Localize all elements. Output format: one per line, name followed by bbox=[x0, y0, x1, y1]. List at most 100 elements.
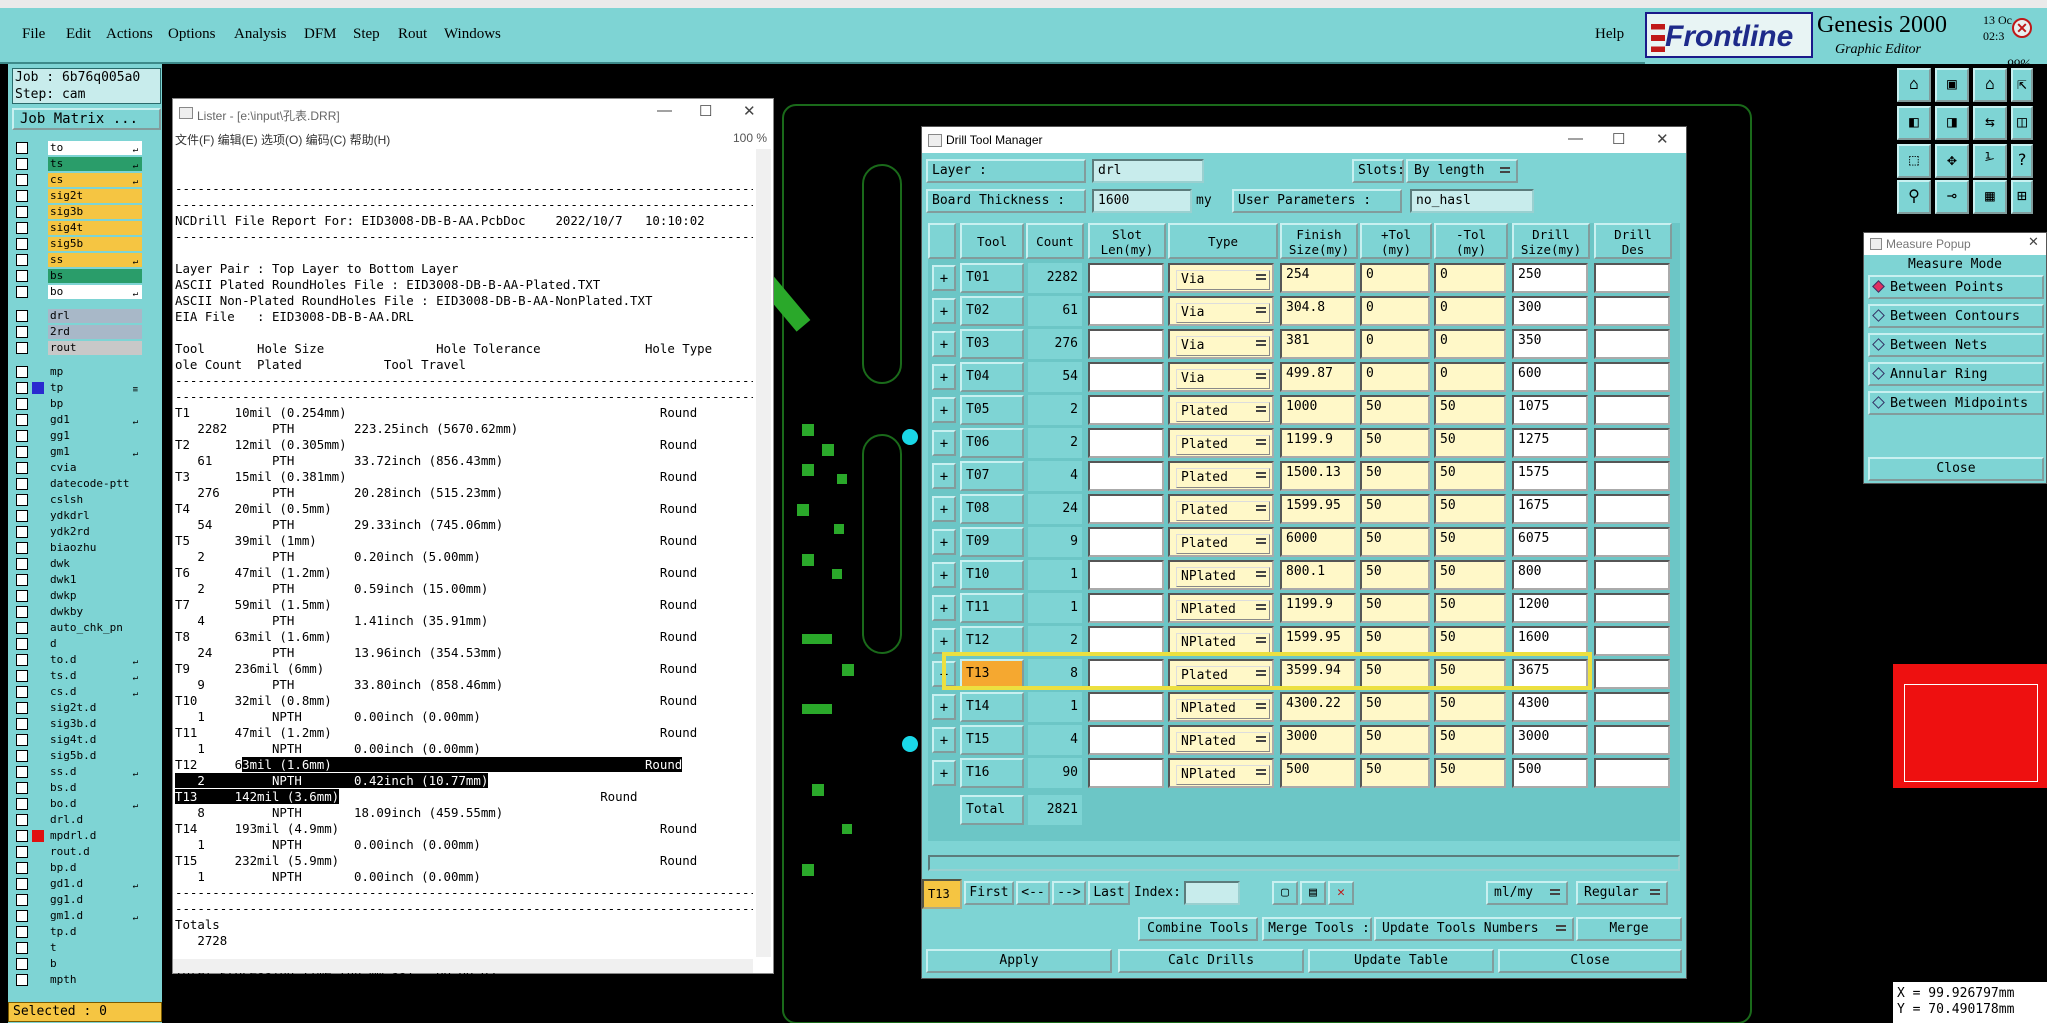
layer-row[interactable]: sig3b.d bbox=[12, 716, 142, 732]
drill-des-input[interactable] bbox=[1594, 527, 1670, 557]
drill-des-input[interactable] bbox=[1594, 329, 1670, 359]
menu-analysis[interactable]: Analysis bbox=[234, 26, 287, 43]
layer-checkbox[interactable] bbox=[16, 702, 28, 714]
layer-checkbox[interactable] bbox=[16, 326, 28, 338]
menu-options[interactable]: Options bbox=[168, 26, 216, 43]
layer-row[interactable]: sig2t bbox=[12, 188, 142, 204]
minimize-icon[interactable]: — bbox=[1568, 130, 1583, 147]
type-select[interactable]: NPlated bbox=[1168, 692, 1274, 722]
minus-tol-input[interactable]: 50 bbox=[1434, 428, 1506, 458]
close-icon[interactable]: ✕ bbox=[743, 102, 756, 120]
minus-tol-input[interactable]: 50 bbox=[1434, 758, 1506, 788]
menu-rout[interactable]: Rout bbox=[398, 26, 427, 43]
layer-checkbox[interactable] bbox=[16, 686, 28, 698]
home-icon[interactable]: ⌂ bbox=[1897, 68, 1931, 102]
layer-row[interactable]: gg1.d bbox=[12, 892, 142, 908]
tool-cell[interactable]: T14 bbox=[960, 692, 1024, 722]
layer-checkbox[interactable] bbox=[16, 766, 28, 778]
horizontal-scrollbar[interactable] bbox=[173, 959, 753, 973]
drill-size-input[interactable]: 600 bbox=[1512, 362, 1588, 392]
minus-tol-input[interactable]: 50 bbox=[1434, 560, 1506, 590]
merge-button[interactable]: Merge bbox=[1576, 917, 1682, 941]
layer-checkbox[interactable] bbox=[16, 558, 28, 570]
layer-row[interactable]: ydkdrl bbox=[12, 508, 142, 524]
drill-size-input[interactable]: 1075 bbox=[1512, 395, 1588, 425]
plus-tol-input[interactable]: 50 bbox=[1360, 461, 1430, 491]
slot-len-input[interactable] bbox=[1088, 692, 1164, 722]
layer-checkbox[interactable] bbox=[16, 510, 28, 522]
drill-tool-manager-window[interactable]: Drill Tool Manager — ☐ ✕ Layer : drl Slo… bbox=[921, 126, 1687, 979]
expand-icon[interactable]: + bbox=[932, 364, 956, 390]
job-matrix-button[interactable]: Job Matrix ... bbox=[12, 108, 161, 130]
layer-row[interactable]: ss.d ↵ bbox=[12, 764, 142, 780]
finish-size-input[interactable]: 1599.95 bbox=[1280, 494, 1356, 524]
update-numbers-dropdown[interactable]: Update Tools Numbers bbox=[1374, 917, 1574, 941]
menu-help[interactable]: Help bbox=[1595, 26, 1624, 43]
type-select[interactable]: NPlated bbox=[1168, 593, 1274, 623]
layer-row[interactable]: ss ↵ bbox=[12, 252, 142, 268]
layer-row[interactable]: mpth bbox=[12, 972, 142, 988]
close-icon[interactable]: ✕ bbox=[1656, 130, 1669, 148]
ratio-icon[interactable]: ⅟ bbox=[1973, 144, 2007, 178]
expand-icon[interactable]: + bbox=[932, 298, 956, 324]
minus-tol-input[interactable]: 50 bbox=[1434, 461, 1506, 491]
index-field[interactable] bbox=[1184, 881, 1240, 905]
plus-tol-input[interactable]: 0 bbox=[1360, 296, 1430, 326]
minus-tol-input[interactable]: 50 bbox=[1434, 494, 1506, 524]
layer-checkbox[interactable] bbox=[16, 446, 28, 458]
close-icon[interactable]: ✕ bbox=[2028, 234, 2039, 250]
layer-checkbox[interactable] bbox=[16, 310, 28, 322]
drill-size-input[interactable]: 3000 bbox=[1512, 725, 1588, 755]
update-table-button[interactable]: Update Table bbox=[1308, 949, 1494, 973]
layer-row[interactable]: tp ≡ bbox=[12, 380, 142, 396]
slot-len-input[interactable] bbox=[1088, 494, 1164, 524]
type-select[interactable]: NPlated bbox=[1168, 758, 1274, 788]
layer-row[interactable]: dwkby bbox=[12, 604, 142, 620]
plus-tol-input[interactable]: 50 bbox=[1360, 593, 1430, 623]
snap-icon[interactable]: ⚲ bbox=[1897, 180, 1931, 214]
panel-right-icon[interactable]: ◨ bbox=[1935, 106, 1969, 140]
first-button[interactable]: First bbox=[964, 881, 1014, 905]
plus-tol-input[interactable]: 50 bbox=[1360, 494, 1430, 524]
drill-des-input[interactable] bbox=[1594, 758, 1670, 788]
layer-checkbox[interactable] bbox=[16, 494, 28, 506]
layer-checkbox[interactable] bbox=[16, 462, 28, 474]
slot-len-input[interactable] bbox=[1088, 362, 1164, 392]
layer-checkbox[interactable] bbox=[16, 638, 28, 650]
layer-row[interactable]: drl bbox=[12, 308, 142, 324]
layer-checkbox[interactable] bbox=[16, 270, 28, 282]
layer-row[interactable]: cs.d ↵ bbox=[12, 684, 142, 700]
panel-left-icon[interactable]: ◧ bbox=[1897, 106, 1931, 140]
finish-size-input[interactable]: 254 bbox=[1280, 263, 1356, 293]
tool-cell[interactable]: T11 bbox=[960, 593, 1024, 623]
move-icon[interactable]: ⬚ bbox=[1897, 144, 1931, 178]
lock-icon[interactable]: ▢ bbox=[1272, 881, 1298, 905]
layer-checkbox[interactable] bbox=[16, 366, 28, 378]
slot-len-input[interactable] bbox=[1088, 758, 1164, 788]
plus-tol-input[interactable]: 50 bbox=[1360, 725, 1430, 755]
cursor-icon[interactable]: ⇱ bbox=[2011, 68, 2033, 102]
layer-row[interactable]: gd1.d ↵ bbox=[12, 876, 142, 892]
layer-row[interactable]: b bbox=[12, 956, 142, 972]
finish-size-input[interactable]: 3000 bbox=[1280, 725, 1356, 755]
layer-checkbox[interactable] bbox=[16, 158, 28, 170]
layer-checkbox[interactable] bbox=[16, 878, 28, 890]
finish-size-input[interactable]: 800.1 bbox=[1280, 560, 1356, 590]
units-dropdown[interactable]: ml/my bbox=[1486, 881, 1568, 905]
measure-option[interactable]: Between Contours bbox=[1868, 304, 2044, 328]
close-app-icon[interactable]: ✕ bbox=[2012, 18, 2032, 38]
layer-checkbox[interactable] bbox=[16, 622, 28, 634]
menu-edit[interactable]: Edit bbox=[66, 26, 91, 43]
expand-icon[interactable]: + bbox=[932, 430, 956, 456]
layer-row[interactable]: tp.d bbox=[12, 924, 142, 940]
menu-actions[interactable]: Actions bbox=[106, 26, 153, 43]
measure-option[interactable]: Between Nets bbox=[1868, 333, 2044, 357]
layer-checkbox[interactable] bbox=[16, 478, 28, 490]
maximize-icon[interactable]: ☐ bbox=[699, 102, 712, 120]
menu-file[interactable]: File bbox=[22, 26, 45, 43]
maximize-icon[interactable]: ☐ bbox=[1612, 130, 1625, 148]
type-select[interactable]: NPlated bbox=[1168, 725, 1274, 755]
type-select[interactable]: Via bbox=[1168, 296, 1274, 326]
drill-size-input[interactable]: 1200 bbox=[1512, 593, 1588, 623]
drill-size-input[interactable]: 500 bbox=[1512, 758, 1588, 788]
